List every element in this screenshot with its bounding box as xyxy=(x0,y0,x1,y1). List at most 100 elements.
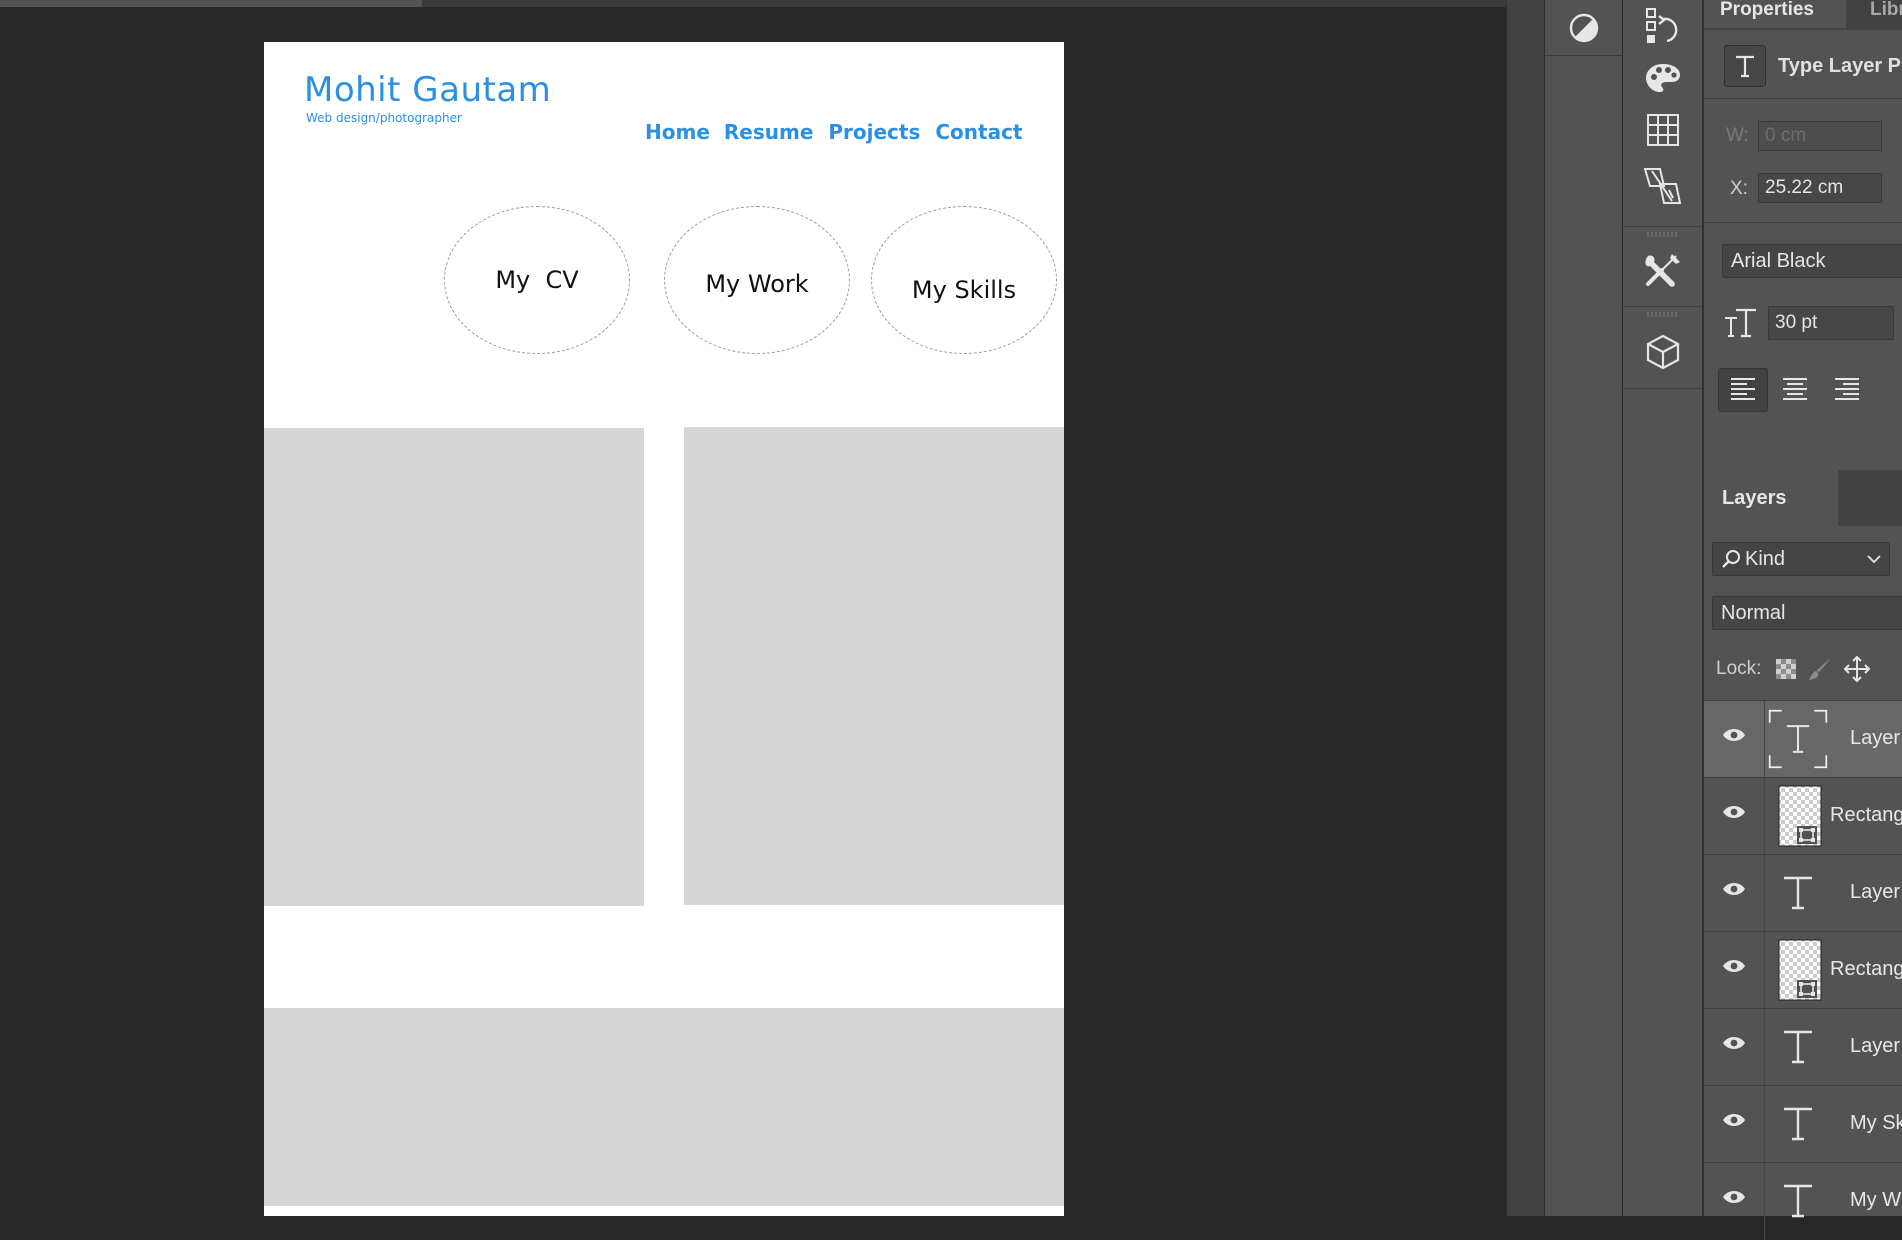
align-right-button[interactable] xyxy=(1822,368,1872,412)
layer-row[interactable]: Layer xyxy=(1704,854,1902,932)
visibility-eye-icon[interactable] xyxy=(1722,727,1746,748)
search-icon xyxy=(1722,550,1740,568)
placeholder-bottom xyxy=(264,1008,1064,1206)
chevron-down-icon xyxy=(1867,555,1881,564)
3d-button[interactable] xyxy=(1623,326,1703,378)
layer-row-divider xyxy=(1764,1163,1765,1240)
text-layer-thumbnail-icon xyxy=(1768,863,1828,923)
panel-icon-dock xyxy=(1622,0,1703,1216)
adjustments-icon xyxy=(1569,13,1599,42)
layer-row[interactable]: My W xyxy=(1704,1162,1902,1240)
dock-separator xyxy=(1623,306,1703,307)
swatches-button[interactable] xyxy=(1623,52,1703,104)
bubble-label: My Skills xyxy=(911,276,1017,304)
layers-tabbar: Layers xyxy=(1704,470,1902,526)
placeholder-left xyxy=(264,428,644,906)
font-size-field[interactable]: 30 pt xyxy=(1768,306,1894,340)
lock-position-move-icon[interactable] xyxy=(1843,655,1871,683)
x-label: X: xyxy=(1730,178,1748,199)
adjustments-button[interactable] xyxy=(1545,0,1623,56)
visibility-eye-icon[interactable] xyxy=(1722,804,1746,825)
grid-icon xyxy=(1647,114,1679,146)
nav-projects: Projects xyxy=(828,120,921,144)
layer-name: My W xyxy=(1850,1189,1902,1211)
align-left-icon xyxy=(1731,378,1755,400)
lock-row: Lock: xyxy=(1716,652,1871,686)
layer-row[interactable]: My Sk xyxy=(1704,1085,1902,1163)
bubble-label: My Work xyxy=(705,270,809,298)
align-center-button[interactable] xyxy=(1770,368,1820,412)
layer-filter-dropdown[interactable]: Kind xyxy=(1712,542,1890,576)
layer-name: Rectang xyxy=(1830,804,1902,826)
top-strip-segment xyxy=(0,0,422,7)
nav-resume: Resume xyxy=(723,120,814,144)
bubble-label: My CV xyxy=(495,266,579,294)
visibility-eye-icon[interactable] xyxy=(1722,1112,1746,1133)
visibility-eye-icon[interactable] xyxy=(1722,958,1746,979)
align-left-button[interactable] xyxy=(1718,368,1768,412)
nav-bar: Home Resume Projects Contact xyxy=(645,120,1031,144)
layer-name: Layer xyxy=(1850,727,1901,749)
dock-separator xyxy=(1623,226,1703,227)
nav-home: Home xyxy=(645,120,710,144)
cube-icon xyxy=(1646,334,1680,370)
nav-contact: Contact xyxy=(935,120,1023,144)
tab-properties[interactable]: Properties xyxy=(1704,0,1846,28)
layer-name: Layer xyxy=(1850,881,1901,903)
grid-button[interactable] xyxy=(1623,104,1703,156)
document-canvas[interactable]: Mohit Gautam Web design/photographer Hom… xyxy=(264,42,1064,1216)
tools-icon xyxy=(1645,254,1680,287)
tab-layers[interactable]: Layers xyxy=(1704,470,1838,526)
dock-grip[interactable] xyxy=(1647,312,1679,317)
text-layer-thumbnail-icon xyxy=(1768,709,1828,769)
glyphs-button[interactable] xyxy=(1623,160,1703,212)
layer-row[interactable]: Rectang xyxy=(1704,931,1902,1009)
text-layer-thumbnail-icon xyxy=(1768,1094,1828,1154)
brand-title: Mohit Gautam xyxy=(304,70,552,110)
history-button[interactable] xyxy=(1623,0,1703,52)
font-family-dropdown[interactable]: Arial Black xyxy=(1722,244,1902,278)
history-icon xyxy=(1646,8,1678,43)
layer-row-divider xyxy=(1764,701,1765,778)
blend-mode-dropdown[interactable]: Normal xyxy=(1712,596,1902,630)
properties-divider xyxy=(1704,222,1902,223)
layer-row-divider xyxy=(1764,778,1765,855)
width-field[interactable]: 0 cm xyxy=(1758,121,1882,151)
layer-row-divider xyxy=(1764,932,1765,1009)
layer-row[interactable]: Rectang xyxy=(1704,777,1902,855)
type-layer-icon xyxy=(1724,45,1766,87)
dock-separator xyxy=(1623,388,1703,389)
bubble-my-work: My Work xyxy=(664,206,850,354)
collapsed-panel-column xyxy=(1544,0,1623,1216)
layer-row-divider xyxy=(1764,855,1765,932)
visibility-eye-icon[interactable] xyxy=(1722,1035,1746,1056)
lock-pixels-brush-icon[interactable] xyxy=(1807,656,1833,682)
layer-row[interactable]: Layer xyxy=(1704,1008,1902,1086)
lock-label: Lock: xyxy=(1716,658,1762,679)
x-position-field[interactable]: 25.22 cm xyxy=(1758,173,1882,203)
align-center-icon xyxy=(1783,378,1807,400)
palette-icon xyxy=(1646,64,1680,92)
layer-name: My Sk xyxy=(1850,1112,1902,1134)
properties-tabbar: Properties Libr xyxy=(1704,0,1902,30)
bubble-my-skills: My Skills xyxy=(871,206,1057,354)
glyph-panel-icon xyxy=(1643,168,1682,204)
font-size-icon xyxy=(1724,308,1758,343)
layer-name: Rectang xyxy=(1830,958,1902,980)
visibility-eye-icon[interactable] xyxy=(1722,1189,1746,1210)
panel-gutter xyxy=(1506,0,1545,1216)
text-layer-thumbnail-icon xyxy=(1768,1017,1828,1077)
layer-row-divider xyxy=(1764,1086,1765,1163)
properties-divider xyxy=(1704,98,1902,99)
tool-presets-button[interactable] xyxy=(1623,244,1703,296)
visibility-eye-icon[interactable] xyxy=(1722,881,1746,902)
shape-layer-thumbnail-icon xyxy=(1770,939,1830,1001)
tab-libraries[interactable]: Libr xyxy=(1854,0,1902,28)
lock-transparency-icon[interactable] xyxy=(1775,658,1797,680)
layer-row[interactable]: Layer xyxy=(1704,700,1902,778)
align-right-icon xyxy=(1835,378,1859,400)
properties-layers-panel: Properties Libr Type Layer P W: 0 cm X: … xyxy=(1702,0,1902,1240)
top-strip xyxy=(0,0,1506,7)
text-layer-thumbnail-icon xyxy=(1768,1171,1828,1231)
dock-grip[interactable] xyxy=(1647,232,1679,237)
